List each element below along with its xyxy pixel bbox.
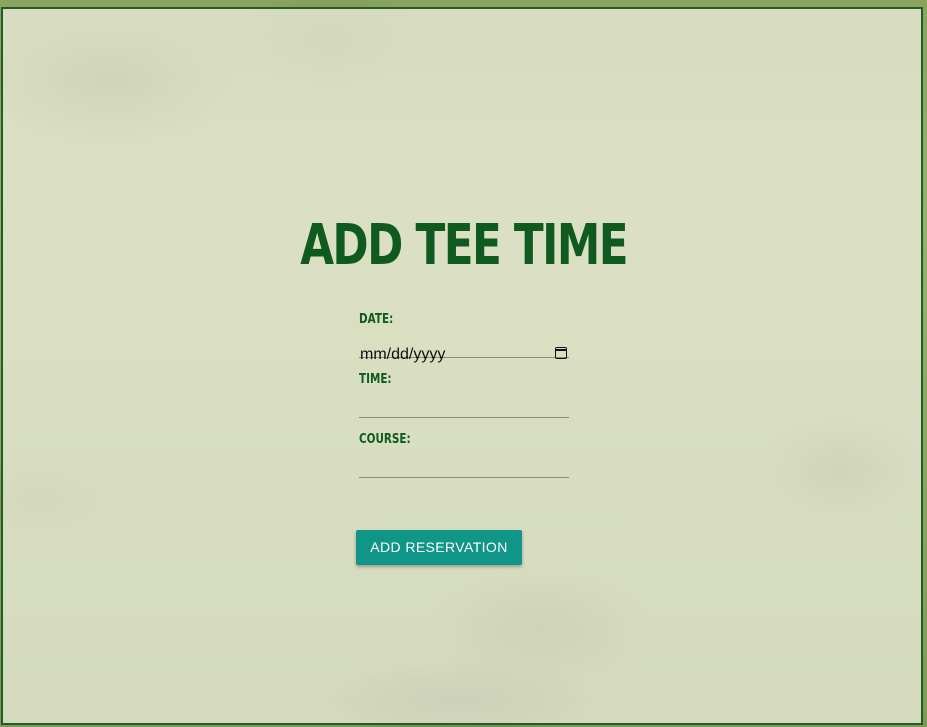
date-input[interactable]: mm/dd/yyyy xyxy=(360,346,445,364)
time-field[interactable]: TIME: xyxy=(359,371,569,418)
add-reservation-button[interactable]: ADD RESERVATION xyxy=(356,530,522,565)
reservation-form: DATE: mm/dd/yyyy TIME: COURSE: xyxy=(359,311,569,491)
date-field[interactable]: DATE: mm/dd/yyyy xyxy=(359,311,569,363)
course-label: COURSE: xyxy=(359,432,411,447)
calendar-icon[interactable] xyxy=(555,347,567,359)
course-field[interactable]: COURSE: xyxy=(359,431,569,478)
time-label: TIME: xyxy=(359,372,392,387)
page-title: ADD TEE TIME xyxy=(300,213,628,278)
date-label: DATE: xyxy=(359,312,394,327)
form-panel: ADD TEE TIME DATE: mm/dd/yyyy TIME: COUR… xyxy=(1,7,923,725)
